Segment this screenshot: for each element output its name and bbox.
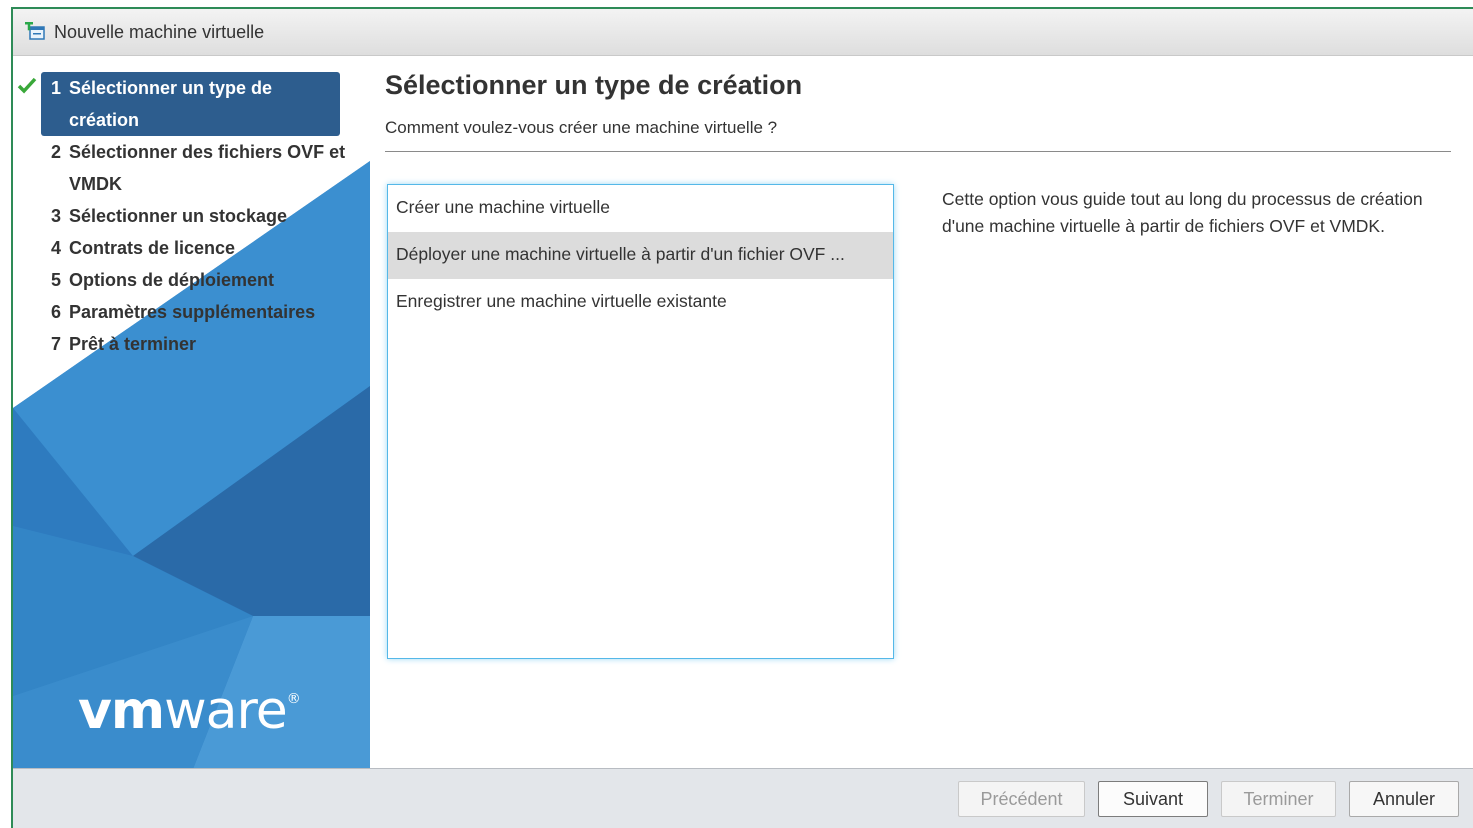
step-6[interactable]: 6 Paramètres supplémentaires xyxy=(13,296,370,328)
option-register-vm[interactable]: Enregistrer une machine virtuelle exista… xyxy=(388,279,893,326)
step-2[interactable]: 2 Sélectionner des fichiers OVF et VMDK xyxy=(13,136,370,200)
step-3[interactable]: 3 Sélectionner un stockage xyxy=(13,200,370,232)
step-1[interactable]: 1 Sélectionner un type de création xyxy=(17,72,340,136)
step-label: Options de déploiement xyxy=(69,270,275,290)
previous-button[interactable]: Précédent xyxy=(958,781,1085,817)
dialog-title: Nouvelle machine virtuelle xyxy=(54,21,265,42)
option-create-vm[interactable]: Créer une machine virtuelle xyxy=(388,185,893,232)
creation-type-list[interactable]: Créer une machine virtuelle Déployer une… xyxy=(387,184,894,659)
step-4[interactable]: 4 Contrats de licence xyxy=(13,232,370,264)
cancel-button[interactable]: Annuler xyxy=(1349,781,1459,817)
wizard-steps: 1 Sélectionner un type de création 2 Sél… xyxy=(13,72,370,360)
wizard-sidebar: 1 Sélectionner un type de création 2 Sél… xyxy=(13,56,370,769)
vm-add-icon xyxy=(24,20,48,44)
option-description: Cette option vous guide tout au long du … xyxy=(942,189,1423,236)
step-5[interactable]: 5 Options de déploiement xyxy=(13,264,370,296)
new-vm-dialog: Nouvelle machine virtuelle 1 Sélectionne… xyxy=(11,7,1473,828)
step-label: Sélectionner un type de création xyxy=(69,78,273,130)
option-deploy-ovf[interactable]: Déployer une machine virtuelle à partir … xyxy=(388,232,893,279)
page-title: Sélectionner un type de création xyxy=(385,70,803,100)
step-label: Contrats de licence xyxy=(69,238,236,258)
vmware-logo: vmware® xyxy=(78,681,301,741)
step-label: Paramètres supplémentaires xyxy=(69,302,316,322)
step-7[interactable]: 7 Prêt à terminer xyxy=(13,328,370,360)
title-bar: Nouvelle machine virtuelle xyxy=(13,9,1473,56)
divider xyxy=(385,151,1451,152)
checkmark-icon xyxy=(17,77,37,94)
next-button[interactable]: Suivant xyxy=(1098,781,1208,817)
wizard-content: Sélectionner un type de création Comment… xyxy=(385,56,1473,769)
page-subtitle: Comment voulez-vous créer une machine vi… xyxy=(385,118,778,137)
step-label: Sélectionner des fichiers OVF et VMDK xyxy=(69,142,346,194)
step-label: Prêt à terminer xyxy=(69,334,197,354)
step-label: Sélectionner un stockage xyxy=(69,206,288,226)
finish-button[interactable]: Terminer xyxy=(1221,781,1336,817)
wizard-footer: Précédent Suivant Terminer Annuler xyxy=(13,768,1473,828)
